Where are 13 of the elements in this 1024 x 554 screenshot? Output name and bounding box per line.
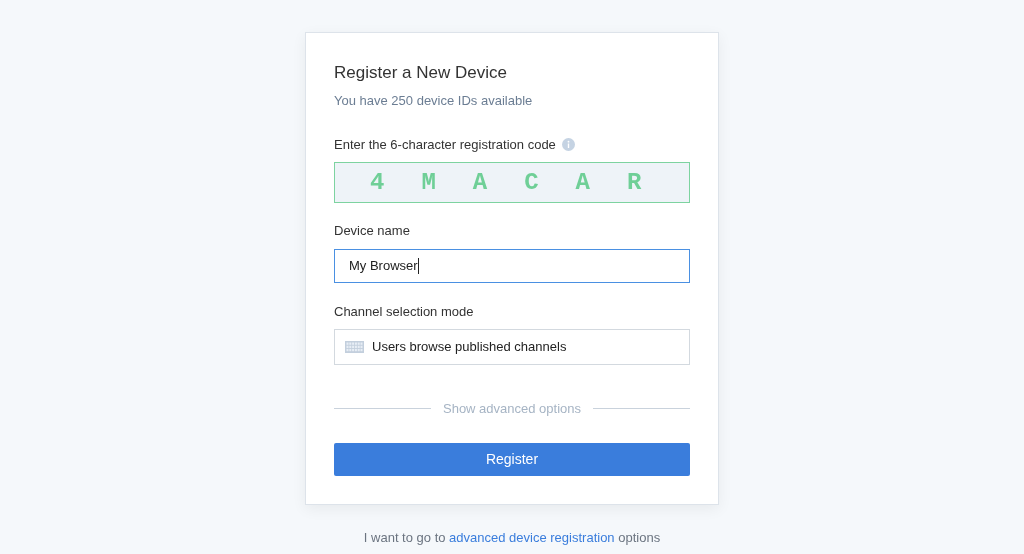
register-button[interactable]: Register <box>334 442 690 476</box>
card-title: Register a New Device <box>334 62 508 84</box>
advanced-registration-link[interactable]: advanced device registration <box>449 529 615 545</box>
available-ids-text: You have 250 device IDs available <box>334 92 534 110</box>
device-name-field[interactable]: My Browser <box>334 248 690 283</box>
advanced-registration-text: I want to go to advanced device registration options <box>363 528 661 547</box>
field-label: Enter the 6-character registration code <box>334 135 556 154</box>
channel-mode-select[interactable]: Users browse published channels <box>334 329 690 365</box>
field-label: Device name <box>334 222 411 240</box>
advanced-options-toggle[interactable]: Show advanced options <box>439 399 586 419</box>
field-label: Channel selection mode <box>334 302 475 321</box>
info-icon[interactable] <box>561 137 575 151</box>
keyboard-icon <box>345 341 364 353</box>
